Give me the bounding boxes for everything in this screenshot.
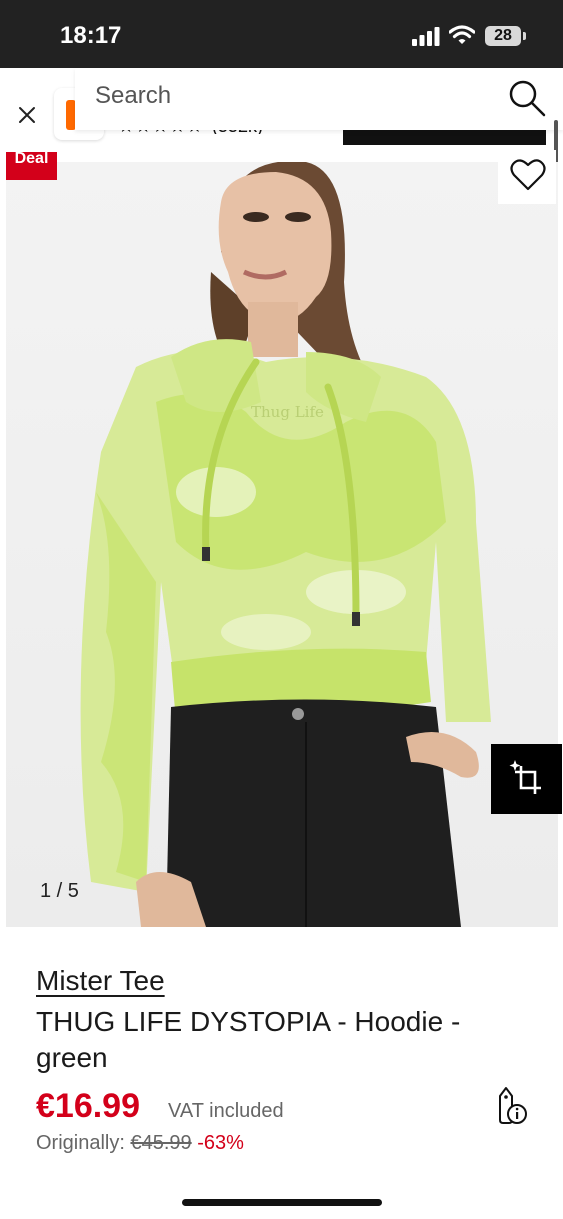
deal-badge: Deal [6,152,57,180]
print-text: Thug Life [251,403,324,421]
status-time: 18:17 [60,22,122,49]
close-icon[interactable] [16,104,38,126]
ar-view-button[interactable] [491,744,562,814]
discount-percent: -63% [197,1132,244,1154]
heart-icon [510,159,546,191]
product-title: THUG LIFE DYSTOPIA - Hoodie - green [36,1006,461,1073]
home-indicator [182,1199,382,1206]
ar-view-icon [509,760,541,794]
vat-note: VAT included [168,1100,284,1122]
status-bar: 18:17 28 [0,0,563,68]
original-label: Originally: [36,1132,125,1154]
image-counter: 1 / 5 [40,880,79,902]
search-icon[interactable] [507,78,547,118]
signal-icon [412,27,440,46]
brand-link[interactable]: Mister Tee [36,965,165,997]
price-info-icon[interactable] [492,1086,528,1126]
original-price: €45.99 [130,1132,192,1154]
battery-icon: 28 [485,26,526,46]
product-photo: Thug Life [6,162,558,927]
search-input[interactable]: Search [95,82,171,110]
product-image[interactable]: Thug Life 1 / 5 [6,162,558,927]
wifi-icon [449,25,475,44]
open-app-button[interactable] [343,130,546,145]
search-bar[interactable]: Search [75,68,563,130]
wishlist-button[interactable] [498,150,556,204]
product-price: €16.99 [36,1087,140,1125]
original-price-row: Originally: €45.99 -63% [36,1132,244,1155]
